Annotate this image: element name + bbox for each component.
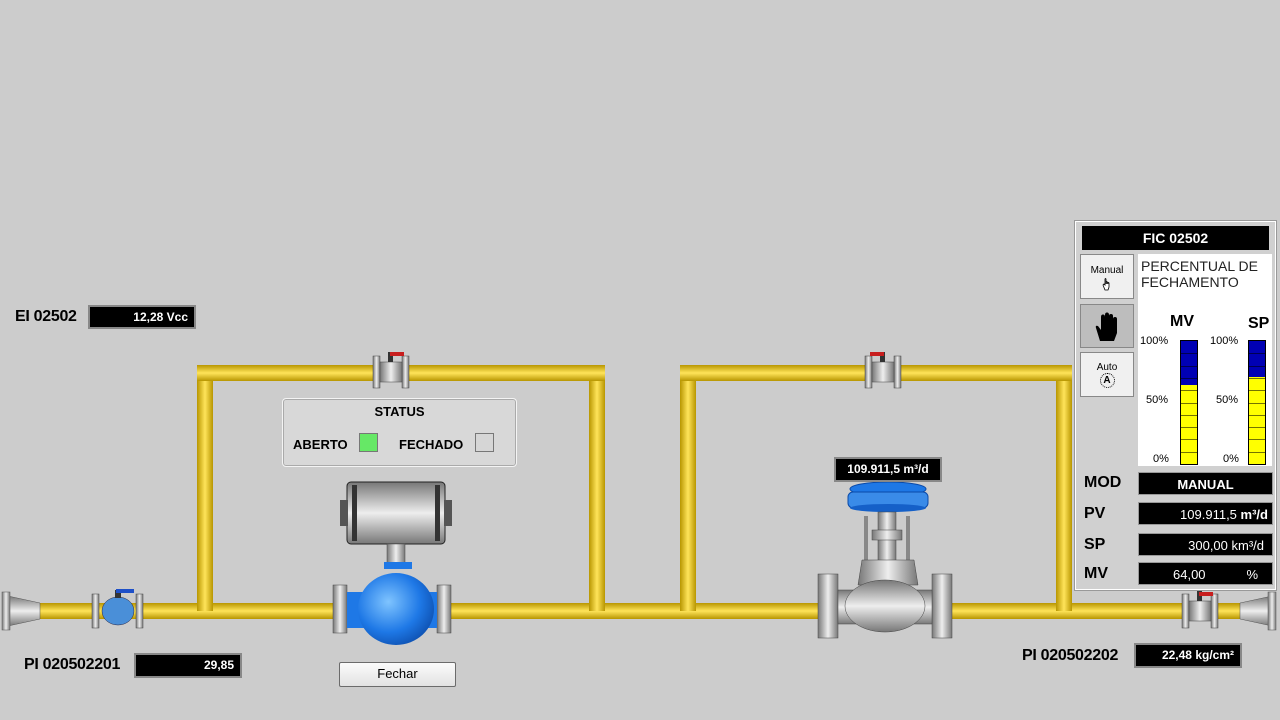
hand-pointer-icon [1102, 278, 1110, 291]
bar-tick [1181, 390, 1197, 392]
mv-scale-100: 100% [1140, 335, 1169, 347]
pi1-value-display: 29,85 [134, 653, 242, 678]
bar-tick [1249, 377, 1265, 379]
pv-value-display: 109.911,5 m³/d [1138, 502, 1273, 525]
fic-title: FIC 02502 [1082, 226, 1269, 250]
status-panel: STATUS ABERTO FECHADO [282, 398, 517, 467]
auto-mode-button[interactable]: Auto A [1080, 352, 1134, 397]
mv-scale-0: 0% [1153, 453, 1169, 465]
mv-bar-graph [1180, 340, 1198, 465]
fechado-indicator [475, 433, 494, 452]
ei-tag-label: EI 02502 [15, 308, 77, 325]
bar-tick [1249, 427, 1265, 429]
mv-unit: % [1246, 567, 1258, 582]
mod-value: MANUAL [1138, 472, 1273, 495]
manual-hold-button[interactable] [1080, 304, 1134, 348]
bar-tick [1249, 402, 1265, 404]
manual-mode-label: Manual [1090, 265, 1124, 276]
sp-bar-empty [1249, 341, 1265, 377]
bar-tick [1181, 439, 1197, 441]
auto-mode-label: Auto [1096, 362, 1118, 373]
auto-icon: A [1099, 373, 1115, 388]
status-title: STATUS [374, 404, 425, 419]
sp-bar-label: SP [1248, 315, 1270, 332]
bar-tick [1249, 353, 1265, 355]
sp-scale-50: 50% [1216, 394, 1239, 406]
sp-scale-0: 0% [1223, 453, 1239, 465]
mv-label: MV [1084, 565, 1108, 582]
hand-stop-icon [1095, 312, 1117, 341]
sp-label: SP [1084, 536, 1106, 553]
fic-faceplate: FIC 02502 Manual Auto A PERCENTUAL DE FE… [1075, 221, 1276, 590]
bar-tick [1181, 427, 1197, 429]
pv-value: 109.911,5 [1180, 507, 1237, 522]
bar-tick [1249, 365, 1265, 367]
fic-description-panel: PERCENTUAL DE FECHAMENTO MV SP 100% 50% … [1138, 254, 1272, 466]
sp-value[interactable]: 300,00 km³/d [1138, 533, 1273, 556]
fic-description: PERCENTUAL DE FECHAMENTO [1141, 258, 1258, 290]
bar-tick [1181, 377, 1197, 379]
aberto-label: ABERTO [293, 437, 348, 452]
fechado-label: FECHADO [399, 437, 464, 452]
mv-bar-label: MV [1170, 313, 1194, 330]
pi2-value-display: 22,48 kg/cm² [1134, 643, 1242, 668]
manual-mode-button[interactable]: Manual [1080, 254, 1134, 299]
control-valve[interactable] [817, 481, 953, 639]
bar-tick [1181, 402, 1197, 404]
actuated-ball-valve[interactable] [332, 481, 452, 645]
bar-tick [1181, 365, 1197, 367]
bar-tick [1249, 390, 1265, 392]
bar-tick [1249, 414, 1265, 416]
bar-tick [1249, 451, 1265, 453]
sp-bar-graph [1248, 340, 1266, 465]
mv-scale-50: 50% [1146, 394, 1169, 406]
mv-value-display[interactable]: 64,00 % [1138, 562, 1273, 585]
bar-tick [1181, 414, 1197, 416]
sp-scale-100: 100% [1210, 335, 1239, 347]
bar-tick [1181, 353, 1197, 355]
bar-tick [1181, 451, 1197, 453]
mod-label: MOD [1084, 474, 1122, 491]
hand-valve-bypass-right[interactable] [864, 352, 902, 389]
ei-value-display: 12,28 Vcc [88, 305, 196, 329]
pv-unit: m³/d [1240, 507, 1268, 522]
bar-tick [1249, 439, 1265, 441]
pv-label: PV [1084, 505, 1106, 522]
fechar-button[interactable]: Fechar [339, 662, 456, 687]
aberto-indicator [359, 433, 378, 452]
flow-value-display: 109.911,5 m³/d [834, 457, 942, 482]
mv-value: 64,00 [1173, 567, 1206, 582]
pi2-tag-label: PI 020502202 [1022, 647, 1119, 664]
pi1-tag-label: PI 020502201 [24, 656, 121, 673]
hand-valve-bypass-left[interactable] [372, 352, 410, 389]
main-pipe [1, 591, 1277, 631]
hand-valve-outlet[interactable] [1181, 591, 1219, 629]
